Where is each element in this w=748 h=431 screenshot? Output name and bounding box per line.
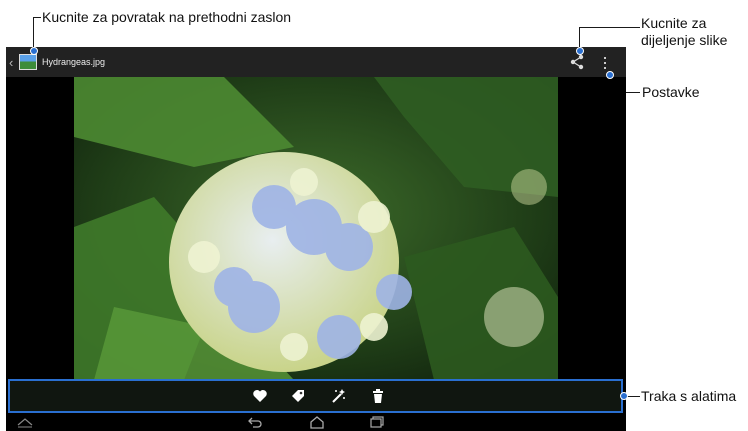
back-button[interactable]: ‹ bbox=[9, 55, 17, 70]
home-icon[interactable] bbox=[308, 415, 326, 429]
callout-settings-label: Postavke bbox=[642, 84, 700, 100]
hydrangea-photo bbox=[74, 77, 558, 380]
action-bar: ‹ Hydrangeas.jpg bbox=[6, 47, 626, 77]
callout-toolbar-label: Traka s alatima bbox=[641, 388, 737, 404]
callout-toolbar-marker bbox=[620, 392, 628, 400]
overflow-menu-icon[interactable] bbox=[603, 56, 607, 70]
gallery-image-icon[interactable] bbox=[19, 54, 37, 70]
share-icon[interactable] bbox=[570, 54, 584, 70]
magic-wand-icon[interactable] bbox=[330, 388, 346, 404]
tablet-screen: ‹ Hydrangeas.jpg bbox=[6, 47, 626, 431]
back-arrow-icon[interactable] bbox=[246, 415, 264, 429]
callout-back-line-h bbox=[33, 17, 41, 18]
collapse-up-icon[interactable] bbox=[16, 415, 34, 429]
tag-icon[interactable] bbox=[290, 388, 306, 404]
trash-icon[interactable] bbox=[370, 388, 386, 404]
callout-share-marker bbox=[576, 47, 584, 55]
system-nav-bar bbox=[6, 413, 626, 431]
heart-icon[interactable] bbox=[252, 388, 268, 404]
callout-back-marker bbox=[30, 47, 38, 55]
callout-share-label-1: Kucnite za bbox=[641, 15, 707, 31]
recent-apps-icon[interactable] bbox=[368, 415, 386, 429]
image-title: Hydrangeas.jpg bbox=[42, 57, 106, 67]
toolbar bbox=[8, 379, 623, 413]
callout-share-line-h bbox=[579, 27, 640, 28]
callout-share-label-2: dijeljenje slike bbox=[641, 32, 728, 48]
callout-back-label: Kucnite za povratak na prethodni zaslon bbox=[42, 9, 292, 25]
callout-settings-marker bbox=[606, 71, 614, 79]
callout-back-line-v bbox=[33, 17, 34, 49]
